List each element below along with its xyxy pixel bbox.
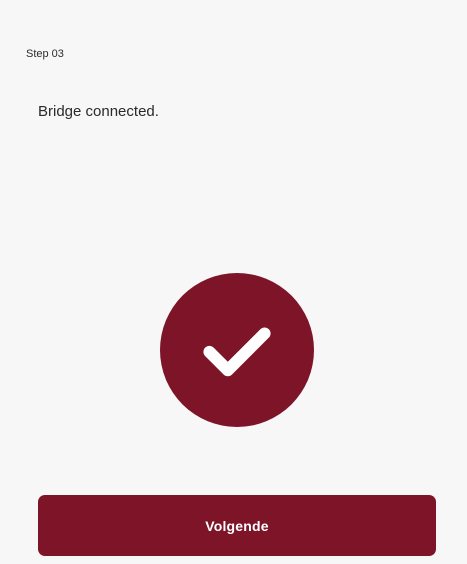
- success-check-badge: [160, 273, 314, 427]
- step-label: Step 03: [26, 48, 64, 60]
- connection-status-text: Bridge connected.: [38, 103, 159, 120]
- setup-screen: Step 03 Bridge connected. Volgende: [0, 0, 467, 564]
- checkmark-icon: [203, 327, 271, 377]
- next-button[interactable]: Volgende: [38, 495, 436, 556]
